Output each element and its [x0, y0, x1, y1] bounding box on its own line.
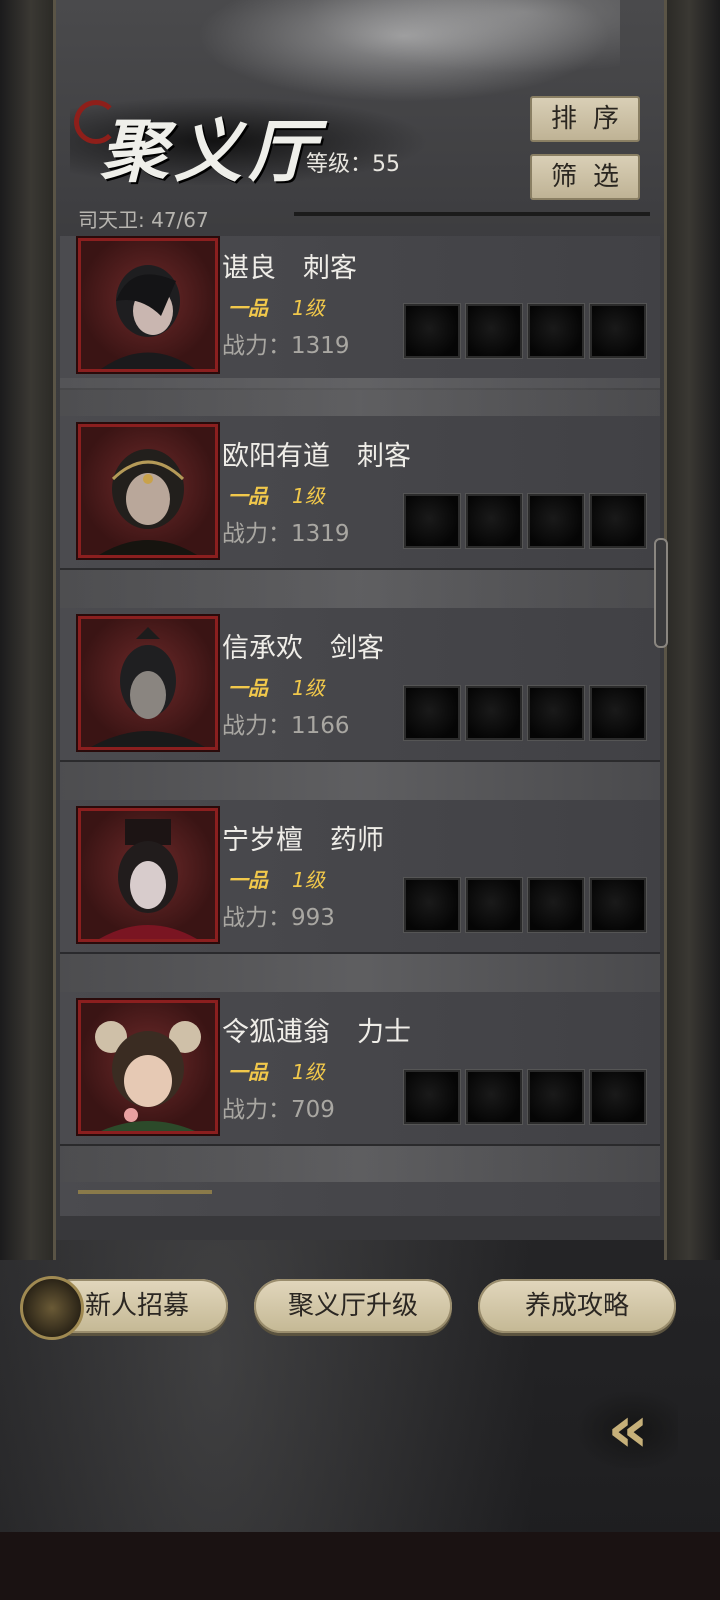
- hero-card[interactable]: 谌良 刺客 一品 1级 战力：1319: [60, 236, 660, 388]
- equipment-slot[interactable]: [404, 1070, 460, 1124]
- hero-level: 1级: [292, 484, 325, 508]
- hero-card[interactable]: 宁岁檀 药师 一品 1级 战力：993: [60, 800, 660, 952]
- hero-name: 令狐逋翁 力士: [222, 1017, 411, 1048]
- hero-card-partial[interactable]: [60, 1182, 660, 1216]
- hero-card[interactable]: 欧阳有道 刺客 一品 1级 战力：1319: [60, 416, 660, 568]
- hero-name: 谌良 刺客: [222, 253, 357, 284]
- guard-count: 司天卫: 47/67: [78, 208, 209, 232]
- hero-rank: 一品: [228, 484, 268, 508]
- hero-rank: 一品: [228, 868, 268, 892]
- card-separator: [60, 1146, 660, 1184]
- equipment-slot[interactable]: [590, 494, 646, 548]
- equipment-slot[interactable]: [590, 686, 646, 740]
- equipment-slot[interactable]: [590, 304, 646, 358]
- hero-name: 宁岁檀 药师: [222, 825, 384, 856]
- hero-rank: 一品: [228, 1060, 268, 1084]
- hero-portrait: [78, 238, 218, 372]
- double-chevron-left-icon[interactable]: «: [578, 1392, 678, 1468]
- equipment-slot[interactable]: [466, 1070, 522, 1124]
- filter-button[interactable]: 筛选: [530, 154, 640, 200]
- equipment-slot[interactable]: [404, 878, 460, 932]
- hero-name: 信承欢 剑客: [222, 633, 384, 664]
- hero-list[interactable]: 谌良 刺客 一品 1级 战力：1319 欧阳有道 刺客 一品 1级 战力：131…: [60, 236, 660, 1216]
- equipment-slot[interactable]: [466, 494, 522, 548]
- hall-upgrade-button[interactable]: 聚义厅升级: [254, 1279, 452, 1333]
- equipment-slot[interactable]: [466, 686, 522, 740]
- hero-rank: 一品: [228, 676, 268, 700]
- equipment-slot[interactable]: [528, 686, 584, 740]
- right-pillar: [664, 0, 720, 1260]
- training-guide-button[interactable]: 养成攻略: [478, 1279, 676, 1333]
- bottom-strip: [0, 1532, 720, 1600]
- left-pillar: [0, 0, 56, 1260]
- hero-portrait: [78, 424, 218, 558]
- recruit-icon[interactable]: [20, 1276, 84, 1340]
- card-separator: [60, 378, 660, 416]
- portrait-edge: [78, 1190, 212, 1194]
- hero-power: 战力：1319: [222, 333, 350, 359]
- page-title: 聚义厅: [100, 112, 323, 192]
- hero-portrait: [78, 1000, 218, 1134]
- hero-card[interactable]: 令狐逋翁 力士 一品 1级 战力：709: [60, 992, 660, 1144]
- scrollbar[interactable]: [654, 538, 668, 648]
- hero-rank: 一品: [228, 296, 268, 320]
- divider: [294, 212, 650, 216]
- hero-portrait: [78, 808, 218, 942]
- hero-level: 1级: [292, 1060, 325, 1084]
- hero-name: 欧阳有道 刺客: [222, 441, 411, 472]
- card-separator: [60, 570, 660, 608]
- equipment-slot[interactable]: [466, 878, 522, 932]
- equipment-slot[interactable]: [528, 304, 584, 358]
- equipment-slot[interactable]: [528, 1070, 584, 1124]
- card-separator: [60, 762, 660, 800]
- hall-level: 等级：55: [306, 152, 400, 177]
- equipment-slot[interactable]: [404, 494, 460, 548]
- equipment-slot[interactable]: [590, 878, 646, 932]
- card-separator: [60, 954, 660, 992]
- equipment-slot[interactable]: [528, 878, 584, 932]
- equipment-slot[interactable]: [590, 1070, 646, 1124]
- equipment-slot[interactable]: [404, 304, 460, 358]
- hero-portrait: [78, 616, 218, 750]
- hero-power: 战力：709: [222, 1097, 335, 1123]
- sort-button[interactable]: 排序: [530, 96, 640, 142]
- equipment-slot[interactable]: [528, 494, 584, 548]
- hero-power: 战力：1166: [222, 713, 350, 739]
- hero-level: 1级: [292, 676, 325, 700]
- equipment-slot[interactable]: [404, 686, 460, 740]
- hero-level: 1级: [292, 868, 325, 892]
- hero-card[interactable]: 信承欢 剑客 一品 1级 战力：1166: [60, 608, 660, 760]
- hero-power: 战力：1319: [222, 521, 350, 547]
- equipment-slot[interactable]: [466, 304, 522, 358]
- hero-power: 战力：993: [222, 905, 335, 931]
- hero-level: 1级: [292, 296, 325, 320]
